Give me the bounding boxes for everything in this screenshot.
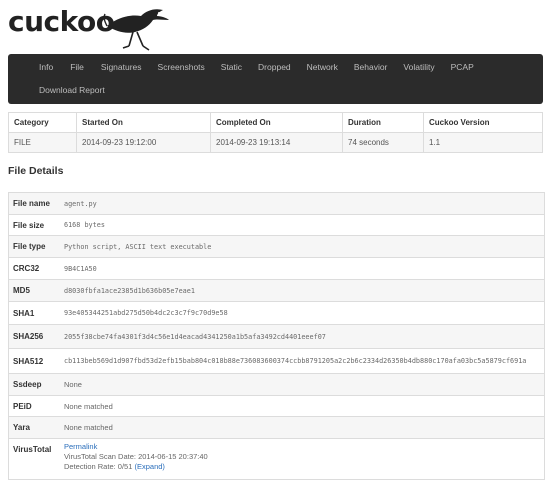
file-details-title: File Details (8, 165, 64, 177)
file-type-label: File type (13, 242, 46, 251)
sha256-value: 2055f38cbe74fa4301f3d4c56e1d4eacad434125… (64, 332, 326, 341)
virustotal-row: VirusTotal Permalink VirusTotal Scan Dat… (9, 439, 544, 480)
nav-secondary-row: Download Report (8, 80, 105, 104)
logo-text: cuckoo (8, 5, 115, 38)
crc32-value: 9B4C1A50 (64, 264, 97, 273)
nav-download-report[interactable]: Download Report (39, 80, 105, 104)
crc32-row: CRC32 9B4C1A50 (9, 258, 544, 280)
sha512-row: SHA512 cb113beb569d1d907fbd53d2efb15bab8… (9, 349, 544, 374)
peid-label: PEiD (13, 401, 32, 411)
table-row: FILE 2014-09-23 19:12:00 2014-09-23 19:1… (8, 132, 543, 153)
nav-tabs-row: Info File Signatures Screenshots Static … (8, 54, 474, 80)
nav-tab-dropped[interactable]: Dropped (258, 54, 291, 80)
file-details-table: File name agent.py File size 6168 bytes … (8, 192, 545, 480)
ssdeep-label: Ssdeep (13, 380, 42, 389)
nav-tab-network[interactable]: Network (307, 54, 338, 80)
nav-tab-screenshots[interactable]: Screenshots (158, 54, 205, 80)
cell-category: FILE (8, 132, 77, 153)
expand-link[interactable]: (Expand) (134, 462, 164, 471)
ssdeep-row: Ssdeep None (9, 374, 544, 396)
ssdeep-value: None (64, 380, 82, 389)
file-type-row: File type Python script, ASCII text exec… (9, 236, 544, 258)
md5-label: MD5 (13, 286, 30, 295)
cell-completed-on: 2014-09-23 19:13:14 (210, 132, 343, 153)
file-name-row: File name agent.py (9, 193, 544, 215)
sha256-label: SHA256 (13, 332, 44, 341)
sha512-label: SHA512 (13, 356, 44, 366)
file-size-row: File size 6168 bytes (9, 215, 544, 236)
md5-row: MD5 d8030fbfa1ace2385d1b636b05e7eae1 (9, 280, 544, 302)
virustotal-label: VirusTotal (13, 445, 52, 454)
sha1-value: 93e405344251abd275d50b4dc2c3c7f9c70d9e58 (64, 309, 228, 317)
peid-row: PEiD None matched (9, 396, 544, 417)
yara-value: None matched (64, 423, 113, 432)
file-name-label: File name (13, 199, 50, 208)
cell-cuckoo-version: 1.1 (423, 132, 543, 153)
file-type-value: Python script, ASCII text executable (64, 242, 212, 251)
md5-value: d8030fbfa1ace2385d1b636b05e7eae1 (64, 286, 195, 295)
main-navbar: Info File Signatures Screenshots Static … (8, 54, 543, 104)
nav-tab-pcap[interactable]: PCAP (451, 54, 474, 80)
peid-value: None matched (64, 401, 113, 411)
cuckoo-logo[interactable]: cuckoo (8, 4, 169, 51)
yara-row: Yara None matched (9, 417, 544, 439)
file-name-value: agent.py (64, 199, 97, 208)
nav-tab-volatility[interactable]: Volatility (403, 54, 434, 80)
file-size-label: File size (13, 220, 45, 230)
nav-tab-file[interactable]: File (70, 54, 84, 80)
analysis-info-table: Category Started On Completed On Duratio… (8, 112, 543, 153)
sha512-value: cb113beb569d1d907fbd53d2efb15bab804c018b… (64, 357, 527, 365)
header-started-on: Started On (76, 112, 211, 133)
virustotal-detection-rate: Detection Rate: 0/51 (Expand) (64, 462, 208, 472)
nav-tab-behavior[interactable]: Behavior (354, 54, 388, 80)
sha1-label: SHA1 (13, 308, 35, 318)
crc32-label: CRC32 (13, 264, 40, 273)
virustotal-info: Permalink VirusTotal Scan Date: 2014-06-… (57, 439, 208, 475)
virustotal-permalink[interactable]: Permalink (64, 442, 208, 452)
header-duration: Duration (342, 112, 424, 133)
nav-tab-info[interactable]: Info (39, 54, 53, 80)
sha1-row: SHA1 93e405344251abd275d50b4dc2c3c7f9c70… (9, 302, 544, 325)
table-header-row: Category Started On Completed On Duratio… (8, 112, 543, 133)
roadrunner-bird-icon (103, 9, 169, 51)
cell-duration: 74 seconds (342, 132, 424, 153)
virustotal-scan-date: VirusTotal Scan Date: 2014-06-15 20:37:4… (64, 452, 208, 461)
sha256-row: SHA256 2055f38cbe74fa4301f3d4c56e1d4eaca… (9, 325, 544, 349)
cell-started-on: 2014-09-23 19:12:00 (76, 132, 211, 153)
header-category: Category (8, 112, 77, 133)
nav-tab-signatures[interactable]: Signatures (101, 54, 142, 80)
detection-rate-text: Detection Rate: 0/51 (64, 462, 133, 471)
nav-tab-static[interactable]: Static (221, 54, 242, 80)
header-cuckoo-version: Cuckoo Version (423, 112, 543, 133)
yara-label: Yara (13, 423, 30, 432)
file-size-value: 6168 bytes (64, 221, 105, 229)
header-completed-on: Completed On (210, 112, 343, 133)
